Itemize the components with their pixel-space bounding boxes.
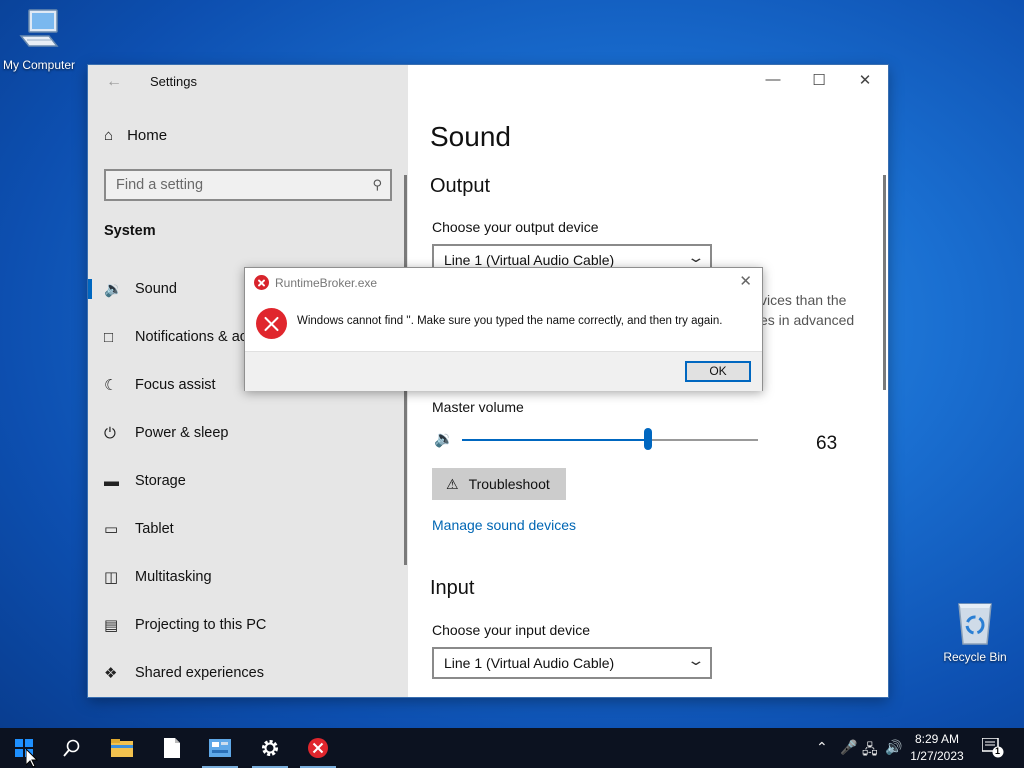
clock-date: 1/27/2023 bbox=[910, 749, 964, 763]
error-icon bbox=[256, 308, 287, 339]
manage-sound-devices-link[interactable]: Manage sound devices bbox=[432, 517, 576, 533]
input-device-value: Line 1 (Virtual Audio Cable) bbox=[444, 655, 615, 671]
volume-value: 63 bbox=[816, 433, 838, 454]
storage-icon: ▬ bbox=[104, 472, 119, 490]
master-volume-label: Master volume bbox=[432, 399, 524, 415]
computer-icon bbox=[15, 8, 63, 54]
volume-slider-thumb[interactable] bbox=[644, 428, 653, 450]
sidebar-item-shared-experiences[interactable]: ❖ Shared experiences bbox=[88, 650, 408, 696]
tablet-icon: ▭ bbox=[104, 521, 119, 538]
sidebar-item-power-sleep[interactable]: ⏻ Power & sleep bbox=[88, 410, 408, 456]
sidebar-item-label: Multitasking bbox=[135, 569, 212, 585]
network-icon[interactable]: 🖧 bbox=[862, 739, 878, 763]
taskbar-settings[interactable] bbox=[246, 728, 294, 768]
sidebar-item-label: Shared experiences bbox=[135, 665, 264, 681]
maximize-icon[interactable]: ☐ bbox=[796, 71, 842, 89]
microphone-icon[interactable]: 🎤 bbox=[840, 739, 857, 756]
taskbar-notepad[interactable] bbox=[148, 728, 196, 768]
gear-icon bbox=[262, 740, 278, 756]
power-icon: ⏻ bbox=[104, 424, 116, 442]
mouse-cursor-icon bbox=[26, 749, 38, 768]
close-icon[interactable]: ✕ bbox=[842, 71, 888, 89]
taskbar-search-button[interactable] bbox=[48, 728, 96, 768]
sidebar-item-label: Sound bbox=[135, 281, 177, 297]
multitasking-icon: ◫ bbox=[104, 569, 119, 586]
ok-button[interactable]: OK bbox=[685, 361, 751, 382]
sidebar-item-label: Power & sleep bbox=[135, 425, 229, 441]
output-info-text-2: es in advanced bbox=[760, 312, 855, 328]
back-arrow-icon[interactable]: ← bbox=[106, 73, 122, 91]
troubleshoot-button[interactable]: ⚠ Troubleshoot bbox=[432, 468, 566, 500]
volume-slider-fill bbox=[462, 439, 649, 441]
dialog-title: RuntimeBroker.exe bbox=[275, 276, 378, 290]
sidebar-item-label: Storage bbox=[135, 473, 186, 489]
notification-count: 1 bbox=[995, 746, 1001, 756]
input-heading: Input bbox=[430, 577, 475, 599]
sidebar-item-tablet[interactable]: ▭ Tablet bbox=[88, 506, 408, 552]
sidebar-item-storage[interactable]: ▬ Storage bbox=[88, 458, 408, 504]
output-device-value: Line 1 (Virtual Audio Cable) bbox=[444, 252, 615, 268]
output-info-text-1: vices than the bbox=[760, 292, 847, 308]
notifications-icon: □ bbox=[104, 328, 114, 346]
minimize-icon[interactable]: — bbox=[750, 71, 796, 88]
error-dialog: RuntimeBroker.exe ✕ Windows cannot find … bbox=[244, 267, 763, 391]
shared-icon: ❖ bbox=[104, 665, 118, 682]
volume-icon[interactable]: 🔊 bbox=[885, 739, 902, 756]
search-icon: ⚲ bbox=[372, 177, 382, 192]
nav-home[interactable]: ⌂ Home bbox=[104, 127, 167, 144]
taskbar-control-panel[interactable] bbox=[196, 728, 244, 768]
content-scrollbar[interactable] bbox=[883, 175, 886, 390]
clock-time: 8:29 AM bbox=[914, 732, 960, 746]
speaker-icon: 🔉 bbox=[104, 281, 123, 298]
page-title: Sound bbox=[430, 121, 511, 152]
volume-slider[interactable] bbox=[462, 428, 758, 450]
troubleshoot-label: Troubleshoot bbox=[468, 476, 550, 492]
desktop-icon-label: Recycle Bin bbox=[943, 650, 1007, 664]
dialog-close-icon[interactable]: ✕ bbox=[739, 272, 752, 290]
taskbar-file-explorer[interactable] bbox=[98, 728, 146, 768]
input-device-label: Choose your input device bbox=[432, 622, 590, 638]
search-input[interactable]: Find a setting ⚲ bbox=[104, 169, 392, 201]
chevron-down-icon: ⌄ bbox=[686, 652, 706, 668]
action-center-icon[interactable]: 1 bbox=[981, 737, 1004, 761]
search-icon bbox=[63, 739, 80, 757]
nav-section-heading: System bbox=[104, 223, 156, 239]
control-panel-icon bbox=[209, 739, 231, 757]
home-icon: ⌂ bbox=[104, 127, 114, 144]
sidebar-item-multitasking[interactable]: ◫ Multitasking bbox=[88, 554, 408, 600]
taskbar-error-app[interactable] bbox=[294, 728, 342, 768]
error-title-icon bbox=[254, 275, 269, 290]
sidebar-item-label: Projecting to this PC bbox=[135, 617, 267, 633]
sidebar-item-label: Tablet bbox=[135, 521, 174, 537]
output-heading: Output bbox=[430, 175, 491, 197]
chevron-down-icon: ⌄ bbox=[686, 249, 706, 265]
document-icon bbox=[164, 738, 180, 758]
chevron-up-icon[interactable]: ⌃ bbox=[816, 739, 828, 756]
dialog-footer: OK bbox=[245, 351, 762, 391]
desktop-icon-recycle-bin[interactable]: Recycle Bin bbox=[933, 600, 1017, 664]
volume-speaker-icon[interactable]: 🔉 bbox=[434, 429, 454, 449]
taskbar: ⌃ 🎤 🖧 🔊 8:29 AM 1/27/2023 1 bbox=[0, 728, 1024, 768]
window-title: Settings bbox=[150, 74, 197, 89]
folder-icon bbox=[111, 739, 133, 757]
search-placeholder: Find a setting bbox=[116, 177, 204, 193]
output-device-label: Choose your output device bbox=[432, 219, 599, 235]
nav-home-label: Home bbox=[127, 127, 168, 144]
input-device-dropdown[interactable]: Line 1 (Virtual Audio Cable) ⌄ bbox=[432, 647, 712, 679]
warning-icon: ⚠ bbox=[446, 475, 459, 492]
desktop-icon-my-computer[interactable]: My Computer bbox=[0, 8, 81, 72]
dialog-message: Windows cannot find ''. Make sure you ty… bbox=[297, 315, 723, 327]
projecting-icon: ▤ bbox=[104, 617, 119, 634]
sidebar-item-projecting[interactable]: ▤ Projecting to this PC bbox=[88, 602, 408, 648]
error-icon bbox=[308, 738, 328, 758]
desktop-icon-label: My Computer bbox=[2, 58, 76, 72]
sidebar-item-label: Focus assist bbox=[135, 377, 216, 393]
start-button[interactable] bbox=[0, 728, 48, 768]
recycle-bin-icon bbox=[951, 600, 999, 646]
moon-icon: ☾ bbox=[104, 377, 118, 394]
taskbar-clock[interactable]: 8:29 AM 1/27/2023 bbox=[906, 731, 968, 765]
